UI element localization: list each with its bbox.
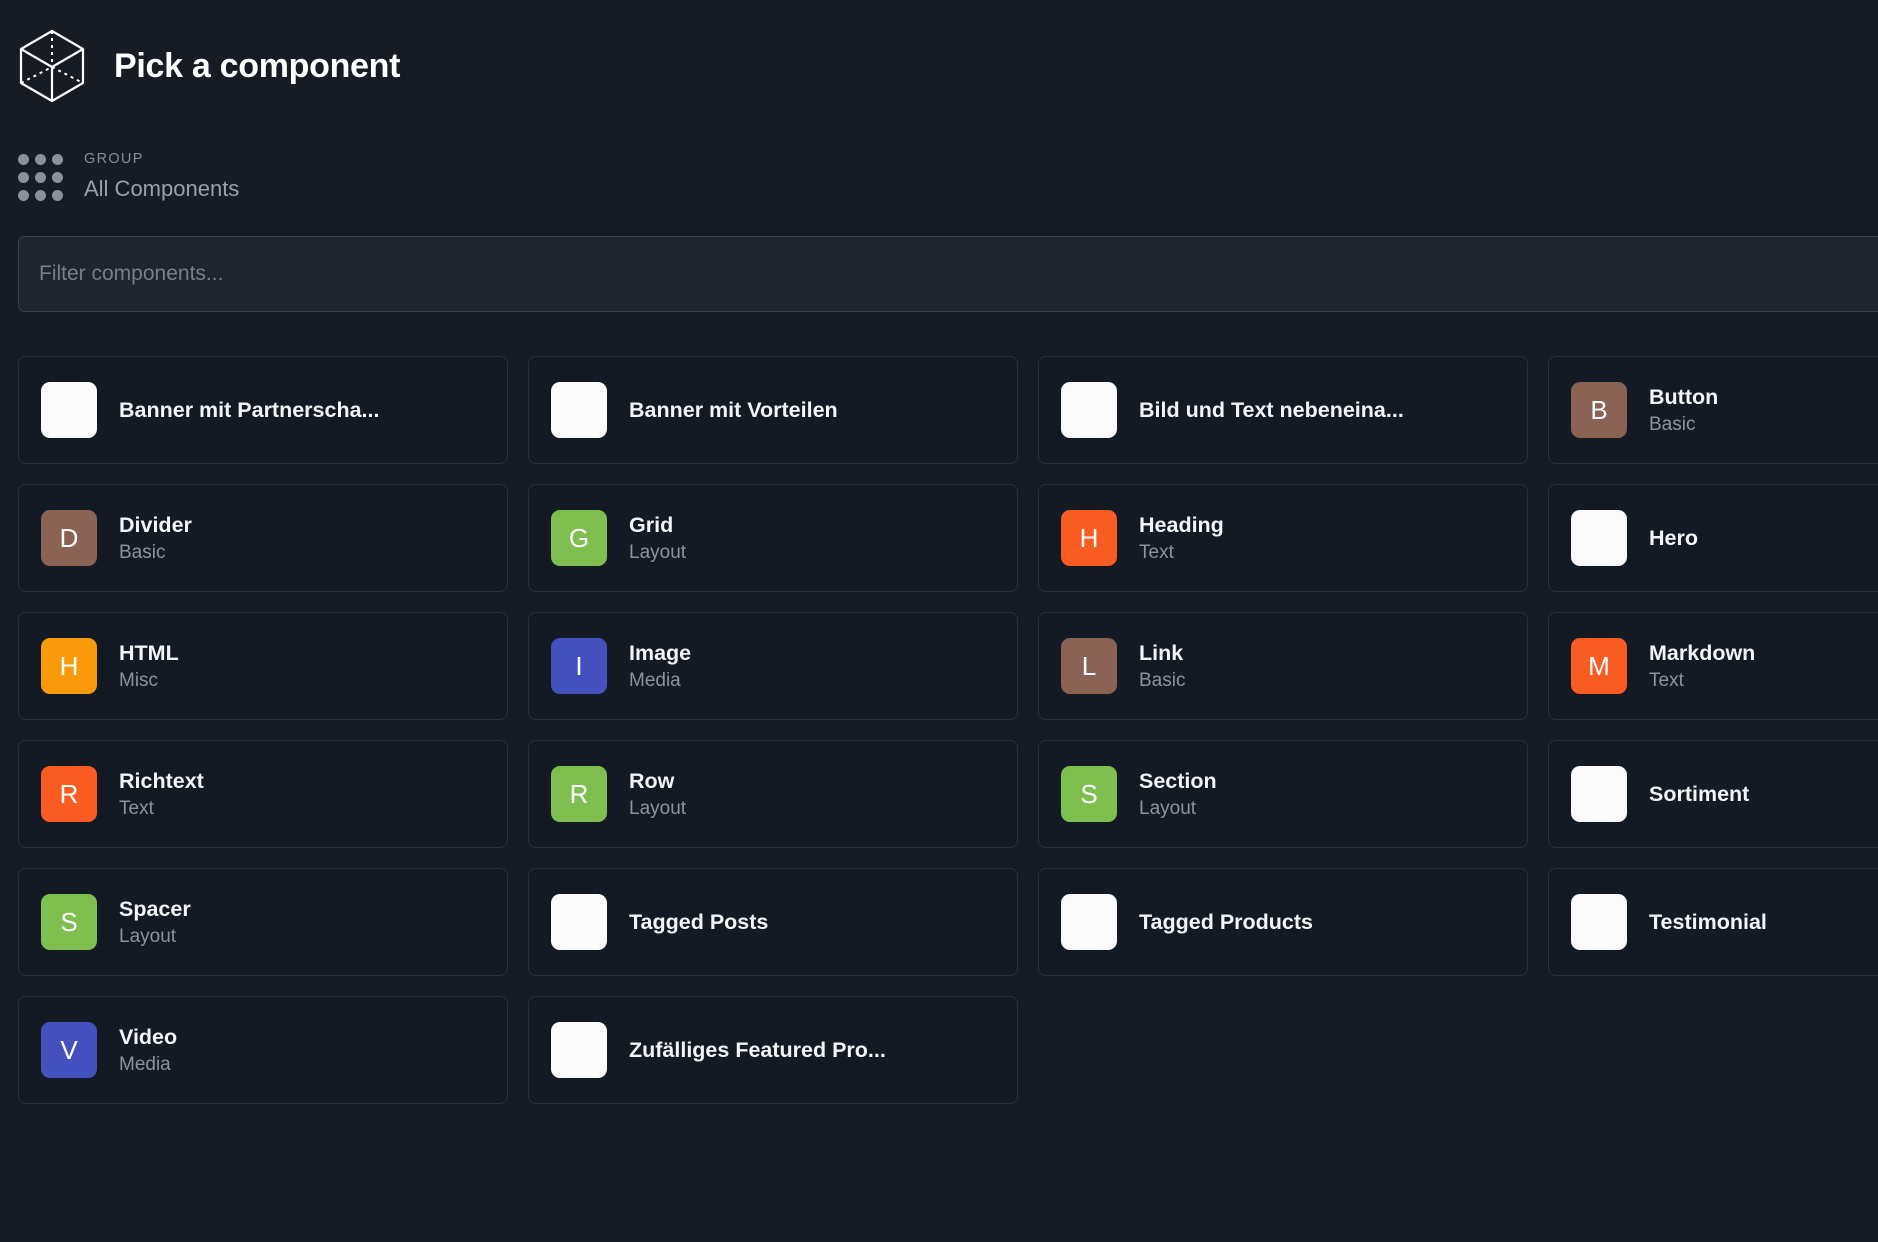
component-category: Text [1139,541,1174,563]
component-card[interactable]: L Link Basic [1038,612,1528,720]
component-icon: H [1061,510,1117,566]
component-title: HTML [119,640,179,665]
component-title: Link [1139,640,1184,665]
component-card[interactable]: R Row Layout [528,740,1018,848]
component-title: Divider [119,512,192,537]
group-label: GROUP [84,150,144,167]
component-title: Video [119,1024,178,1049]
page-title: Pick a component [114,46,401,85]
group-value: All Components [84,175,240,201]
component-icon [41,382,97,438]
component-card[interactable]: Tagged Posts [528,868,1018,976]
component-card[interactable]: Hero [1548,484,1878,592]
component-card[interactable]: H Heading Text [1038,484,1528,592]
component-card[interactable]: G Grid Layout [528,484,1018,592]
component-icon [551,1022,607,1078]
component-card[interactable]: S Spacer Layout [18,868,508,976]
component-title: Zufälliges Featured Pro... [629,1037,886,1062]
component-card[interactable]: Tagged Products [1038,868,1528,976]
component-icon: L [1061,638,1117,694]
component-icon: I [551,638,607,694]
component-card[interactable]: D Divider Basic [18,484,508,592]
component-card[interactable]: H HTML Misc [18,612,508,720]
search-input[interactable] [18,236,1878,312]
component-icon: V [41,1022,97,1078]
component-title: Sortiment [1649,781,1750,806]
component-title: Banner mit Partnerscha... [119,397,380,422]
component-icon [1061,894,1117,950]
component-title: Tagged Posts [629,909,769,934]
component-card[interactable]: B Button Basic [1548,356,1878,464]
component-title: Spacer [119,896,191,921]
component-title: Markdown [1649,640,1756,665]
component-icon [551,894,607,950]
component-category: Media [629,669,681,691]
component-category: Layout [1139,797,1197,819]
component-card[interactable]: Sortiment [1548,740,1878,848]
group-selector[interactable]: GROUP All Components [0,110,1878,218]
component-title: Bild und Text nebeneina... [1139,397,1404,422]
component-category: Misc [119,669,159,691]
filter-bar [0,218,1878,312]
dot-grid-icon [18,150,63,202]
component-icon [1571,894,1627,950]
component-category: Layout [629,797,687,819]
component-category: Basic [119,541,166,563]
component-icon [1571,766,1627,822]
component-card[interactable]: Banner mit Vorteilen [528,356,1018,464]
component-title: Richtext [119,768,204,793]
component-card[interactable]: R Richtext Text [18,740,508,848]
component-category: Basic [1649,413,1696,435]
component-icon: D [41,510,97,566]
component-title: Hero [1649,525,1698,550]
component-icon: R [41,766,97,822]
component-category: Media [119,1053,171,1075]
component-title: Section [1139,768,1217,793]
component-card[interactable]: V Video Media [18,996,508,1104]
component-title: Grid [629,512,674,537]
component-icon: S [41,894,97,950]
page-header: Pick a component [0,0,1878,110]
wireframe-cube-icon [18,29,86,103]
component-title: Heading [1139,512,1224,537]
component-icon [1571,510,1627,566]
component-card[interactable]: Banner mit Partnerscha... [18,356,508,464]
component-category: Text [119,797,154,819]
component-icon: S [1061,766,1117,822]
component-card[interactable]: Testimonial [1548,868,1878,976]
component-title: Button [1649,384,1719,409]
component-card[interactable]: Bild und Text nebeneina... [1038,356,1528,464]
component-title: Row [629,768,675,793]
component-title: Image [629,640,692,665]
component-list: Banner mit Partnerscha... Banner mit Vort… [18,356,1878,1104]
component-icon: G [551,510,607,566]
component-icon: H [41,638,97,694]
component-title: Tagged Products [1139,909,1314,934]
component-card[interactable]: I Image Media [528,612,1018,720]
component-card[interactable]: S Section Layout [1038,740,1528,848]
component-category: Layout [119,925,177,947]
component-category: Layout [629,541,687,563]
component-icon [551,382,607,438]
component-icon: R [551,766,607,822]
component-category: Basic [1139,669,1186,691]
component-icon: B [1571,382,1627,438]
component-title: Banner mit Vorteilen [629,397,838,422]
component-title: Testimonial [1649,909,1767,934]
component-card[interactable]: M Markdown Text [1548,612,1878,720]
component-category: Text [1649,669,1684,691]
component-card[interactable]: Zufälliges Featured Pro... [528,996,1018,1104]
component-icon [1061,382,1117,438]
component-icon: M [1571,638,1627,694]
